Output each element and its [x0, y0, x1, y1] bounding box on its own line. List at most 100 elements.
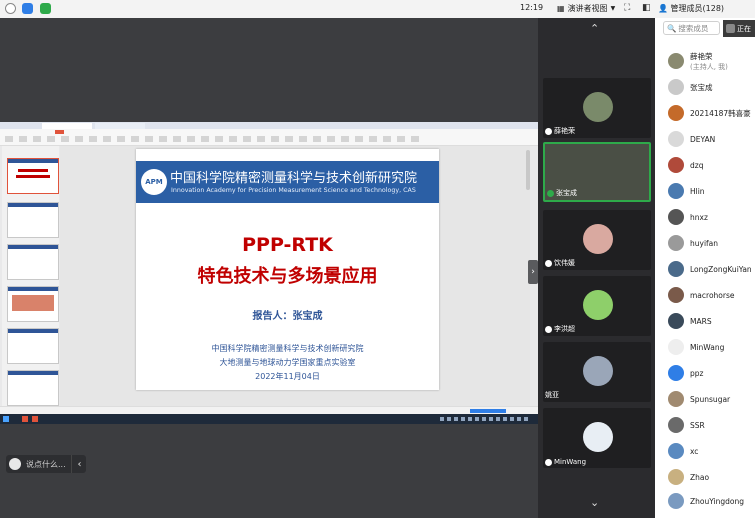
member-row[interactable]: MARS [668, 310, 712, 332]
participant-name: 张宝成 [556, 189, 577, 197]
member-row[interactable]: Spunsugar [668, 388, 730, 410]
person-icon: 👤 [658, 4, 668, 13]
chevron-down-icon[interactable]: ⌄ [590, 496, 599, 509]
member-row[interactable]: 张宝成 [668, 76, 713, 98]
avatar [668, 417, 684, 433]
search-placeholder: 搜索成员 [678, 23, 709, 33]
member-name: hnxz [690, 212, 708, 222]
member-row[interactable]: ZhouYingdong [668, 490, 744, 512]
fullscreen-icon[interactable]: ⛶ [624, 3, 630, 13]
emoji-icon[interactable] [9, 458, 21, 470]
avatar [668, 131, 684, 147]
members-count-label: 管理成员(128) [670, 4, 725, 13]
member-row[interactable]: LongZongKuiYan [668, 258, 752, 280]
member-name: ppz [690, 368, 704, 378]
participant-name: 薛艳荣 [554, 127, 575, 135]
member-name: 张宝成 [690, 82, 713, 92]
slide-thumbnail[interactable] [7, 158, 59, 194]
member-row[interactable]: Zhao [668, 466, 709, 488]
member-name: 20214187韩喜豪 [690, 108, 751, 118]
member-name: 薛艳荣 [690, 51, 713, 61]
shared-window-ribbon [0, 129, 538, 146]
avatar [668, 287, 684, 303]
avatar [583, 356, 613, 386]
speaker-avatar [726, 24, 735, 33]
member-row[interactable]: ppz [668, 362, 703, 384]
video-tile[interactable]: 姚亚 [543, 342, 651, 402]
tray-icons [440, 417, 530, 421]
chevron-left-icon[interactable]: ‹ [71, 455, 87, 473]
chat-placeholder: 说点什么... [26, 459, 66, 469]
member-row[interactable]: dzq [668, 154, 703, 176]
avatar [668, 183, 684, 199]
speaking-indicator: 正在 [723, 20, 755, 37]
member-role: (主持人, 我) [690, 62, 728, 71]
status-zoom-control [470, 409, 506, 413]
avatar [668, 365, 684, 381]
avatar [668, 157, 684, 173]
member-row[interactable]: Hlin [668, 180, 705, 202]
avatar [668, 79, 684, 95]
member-row[interactable]: huyifan [668, 232, 718, 254]
chevron-right-icon[interactable]: › [528, 260, 538, 284]
slide-thumbnails [2, 146, 59, 408]
vertical-scrollbar[interactable] [526, 150, 530, 190]
slide-thumbnail[interactable] [7, 286, 59, 322]
grid-icon: ▦ [557, 4, 565, 13]
signal-icon[interactable] [40, 3, 51, 14]
video-tile[interactable]: 饮伟媛 [543, 210, 651, 270]
video-tile[interactable]: 张宝成 [543, 142, 651, 202]
chevron-up-icon[interactable]: ⌃ [590, 22, 599, 35]
members-header[interactable]: 👤 管理成员(128) [658, 3, 724, 14]
shield-icon[interactable] [22, 3, 33, 14]
slide-title-line2: 特色技术与多场景应用 [197, 266, 378, 287]
video-tile[interactable]: 李洪超 [543, 276, 651, 336]
member-row[interactable]: SSR [668, 414, 705, 436]
avatar [668, 493, 684, 509]
view-mode-label: 演讲者视图 [567, 4, 608, 13]
slide-thumbnail[interactable] [7, 244, 59, 280]
member-name: SSR [690, 420, 705, 430]
member-name: huyifan [690, 238, 719, 248]
mic-icon [545, 259, 552, 267]
app-icon [22, 416, 28, 422]
avatar [583, 224, 613, 254]
mic-icon [545, 325, 552, 333]
member-row[interactable]: macrohorse [668, 284, 734, 306]
speaking-label: 正在 [737, 24, 751, 33]
video-tile[interactable]: MinWang [543, 408, 651, 468]
member-row[interactable]: DEYAN [668, 128, 715, 150]
member-name: MARS [690, 316, 712, 326]
member-search-input[interactable]: 🔍 搜索成员 [663, 21, 720, 35]
avatar [668, 209, 684, 225]
ribbon-tools [5, 136, 425, 142]
institute-name-en: Innovation Academy for Precision Measure… [171, 187, 416, 194]
member-row[interactable]: 薛艳荣 (主持人, 我) [668, 50, 728, 72]
view-mode-dropdown[interactable]: ▦ 演讲者视图 ▼ [553, 2, 619, 15]
member-name: DEYAN [690, 134, 716, 144]
slide-thumbnail[interactable] [7, 328, 59, 364]
participant-name: 李洪超 [554, 325, 575, 333]
slide-thumbnail[interactable] [7, 370, 59, 406]
member-row[interactable]: xc [668, 440, 698, 462]
member-name: macrohorse [690, 290, 735, 300]
mic-icon [545, 458, 552, 466]
info-icon[interactable] [5, 3, 16, 14]
avatar [668, 235, 684, 251]
avatar [668, 443, 684, 459]
member-row[interactable]: 20214187韩喜豪 [668, 102, 751, 124]
slide-org-line1: 中国科学院精密测量科学与技术创新研究院 [211, 344, 364, 353]
app-icon [32, 416, 38, 422]
avatar [668, 261, 684, 277]
member-name: LongZongKuiYan [690, 264, 752, 274]
member-row[interactable]: MinWang [668, 336, 724, 358]
video-tile[interactable]: 薛艳荣 [543, 78, 651, 138]
layout-icon[interactable]: ◧ [642, 3, 651, 13]
avatar [668, 313, 684, 329]
avatar [583, 92, 613, 122]
slide-thumbnail[interactable] [7, 202, 59, 238]
member-row[interactable]: hnxz [668, 206, 708, 228]
slide-title-line1: PPP-RTK [242, 234, 333, 256]
ribbon-active-tab [55, 130, 64, 134]
slide-org-line2: 大地测量与地球动力学国家重点实验室 [219, 358, 356, 367]
